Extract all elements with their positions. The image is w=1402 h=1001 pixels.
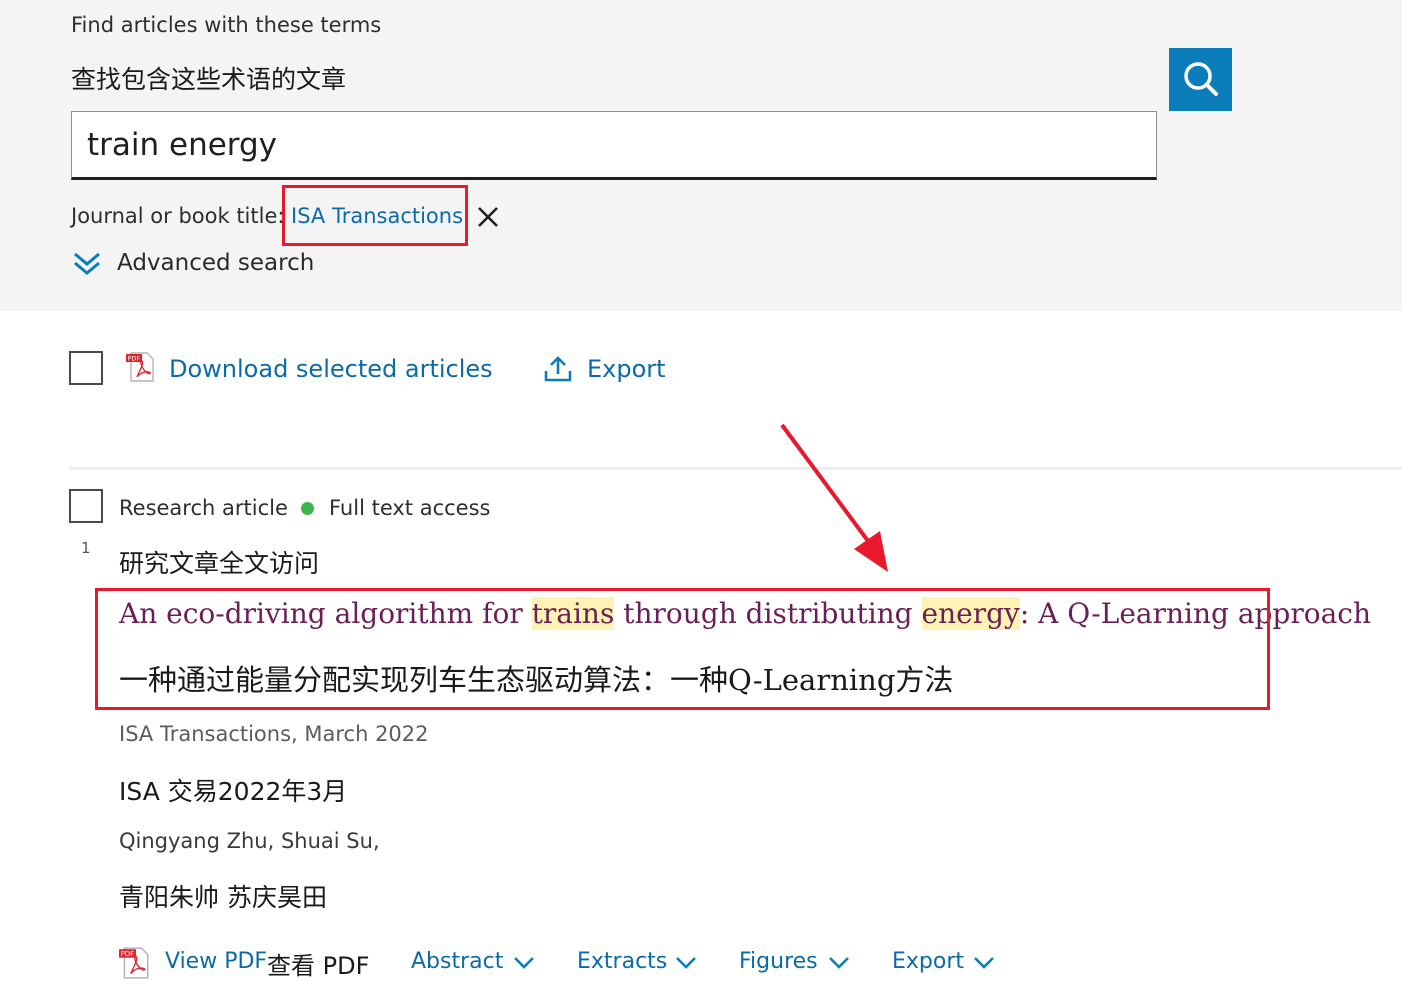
search-input[interactable]: [71, 111, 1157, 180]
chevron-down-icon[interactable]: [973, 956, 995, 970]
chevron-down-icon[interactable]: [675, 956, 697, 970]
article-authors-translation: 青阳朱帅 苏庆昊田: [119, 883, 327, 912]
result-number: 1: [81, 539, 91, 557]
select-all-checkbox[interactable]: [69, 351, 103, 385]
article-authors: Qingyang Zhu, Shuai Su,: [119, 829, 380, 853]
chevron-down-icon[interactable]: [513, 956, 535, 970]
article-source: ISA Transactions, March 2022: [119, 722, 429, 746]
journal-filter-label: Journal or book title:: [71, 204, 285, 228]
annotation-box-journal: [282, 185, 468, 246]
close-icon[interactable]: [477, 206, 499, 228]
svg-text:PDF: PDF: [121, 950, 134, 958]
search-terms-label: Find articles with these terms: [71, 13, 382, 37]
search-terms-label-translation: 查找包含这些术语的文章: [71, 65, 347, 94]
access-status-dot: [301, 502, 314, 515]
export-button[interactable]: Export: [587, 355, 666, 383]
figures-toggle[interactable]: Figures: [739, 949, 818, 974]
abstract-toggle[interactable]: Abstract: [411, 949, 503, 974]
upload-icon: [544, 356, 572, 382]
export-toggle[interactable]: Export: [892, 949, 964, 974]
search-icon: [1184, 62, 1218, 96]
advanced-search-link[interactable]: Advanced search: [117, 250, 314, 276]
pdf-icon: PDF: [126, 352, 154, 382]
double-chevron-down-icon[interactable]: [73, 251, 101, 277]
article-type-translation: 研究文章全文访问: [119, 549, 320, 578]
view-pdf-translation: 查看 PDF: [267, 952, 370, 980]
result-checkbox[interactable]: [69, 489, 103, 523]
article-source-translation: ISA 交易2022年3月: [119, 777, 348, 806]
search-button[interactable]: [1169, 48, 1232, 111]
annotation-arrow: [780, 423, 888, 572]
access-status: Full text access: [329, 496, 491, 520]
pdf-icon: PDF: [119, 947, 149, 979]
annotation-box-title: [95, 588, 1270, 710]
chevron-down-icon[interactable]: [828, 956, 850, 970]
divider: [69, 467, 1402, 470]
article-type: Research article: [119, 496, 288, 520]
svg-text:PDF: PDF: [128, 355, 141, 363]
extracts-toggle[interactable]: Extracts: [577, 949, 667, 974]
view-pdf-link[interactable]: View PDF: [165, 949, 267, 974]
download-selected-button[interactable]: Download selected articles: [169, 355, 493, 383]
